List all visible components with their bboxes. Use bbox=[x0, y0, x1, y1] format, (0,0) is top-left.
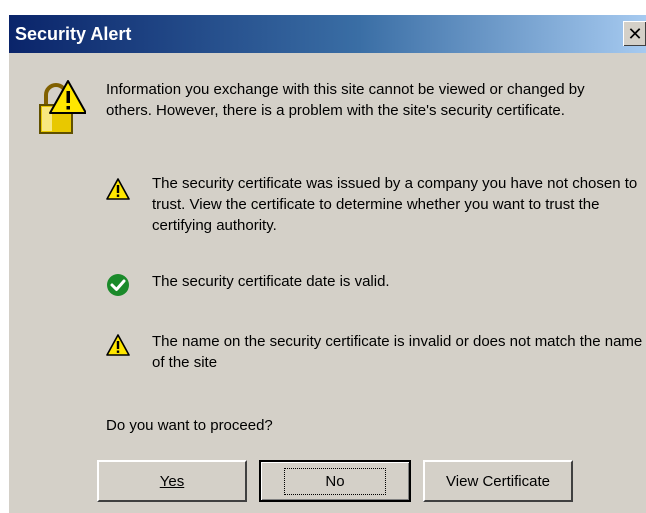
item-text-name-mismatch: The name on the security certificate is … bbox=[152, 333, 643, 371]
view-certificate-button[interactable]: View Certificate bbox=[423, 460, 573, 502]
no-button-label: No bbox=[284, 467, 386, 495]
yes-button[interactable]: Yes bbox=[97, 460, 247, 502]
intro-text: Information you exchange with this site … bbox=[106, 81, 585, 119]
warning-icon bbox=[106, 178, 130, 200]
view-certificate-button-label: View Certificate bbox=[446, 472, 550, 490]
check-icon bbox=[107, 274, 129, 296]
security-alert-dialog: Security Alert ✕ Information you exchang… bbox=[8, 14, 646, 513]
item-text-untrusted-issuer: The security certificate was issued by a… bbox=[152, 175, 638, 234]
close-button[interactable]: ✕ bbox=[623, 21, 646, 46]
title-bar[interactable]: Security Alert ✕ bbox=[9, 15, 646, 53]
yes-button-label: Yes bbox=[159, 472, 185, 490]
no-button[interactable]: No bbox=[259, 460, 411, 502]
padlock-warning-icon bbox=[39, 80, 86, 134]
close-icon: ✕ bbox=[627, 23, 643, 44]
item-text-date-valid: The security certificate date is valid. bbox=[152, 273, 390, 290]
proceed-question: Do you want to proceed? bbox=[106, 417, 273, 434]
window-title: Security Alert bbox=[15, 24, 132, 44]
warning-icon bbox=[106, 334, 130, 356]
